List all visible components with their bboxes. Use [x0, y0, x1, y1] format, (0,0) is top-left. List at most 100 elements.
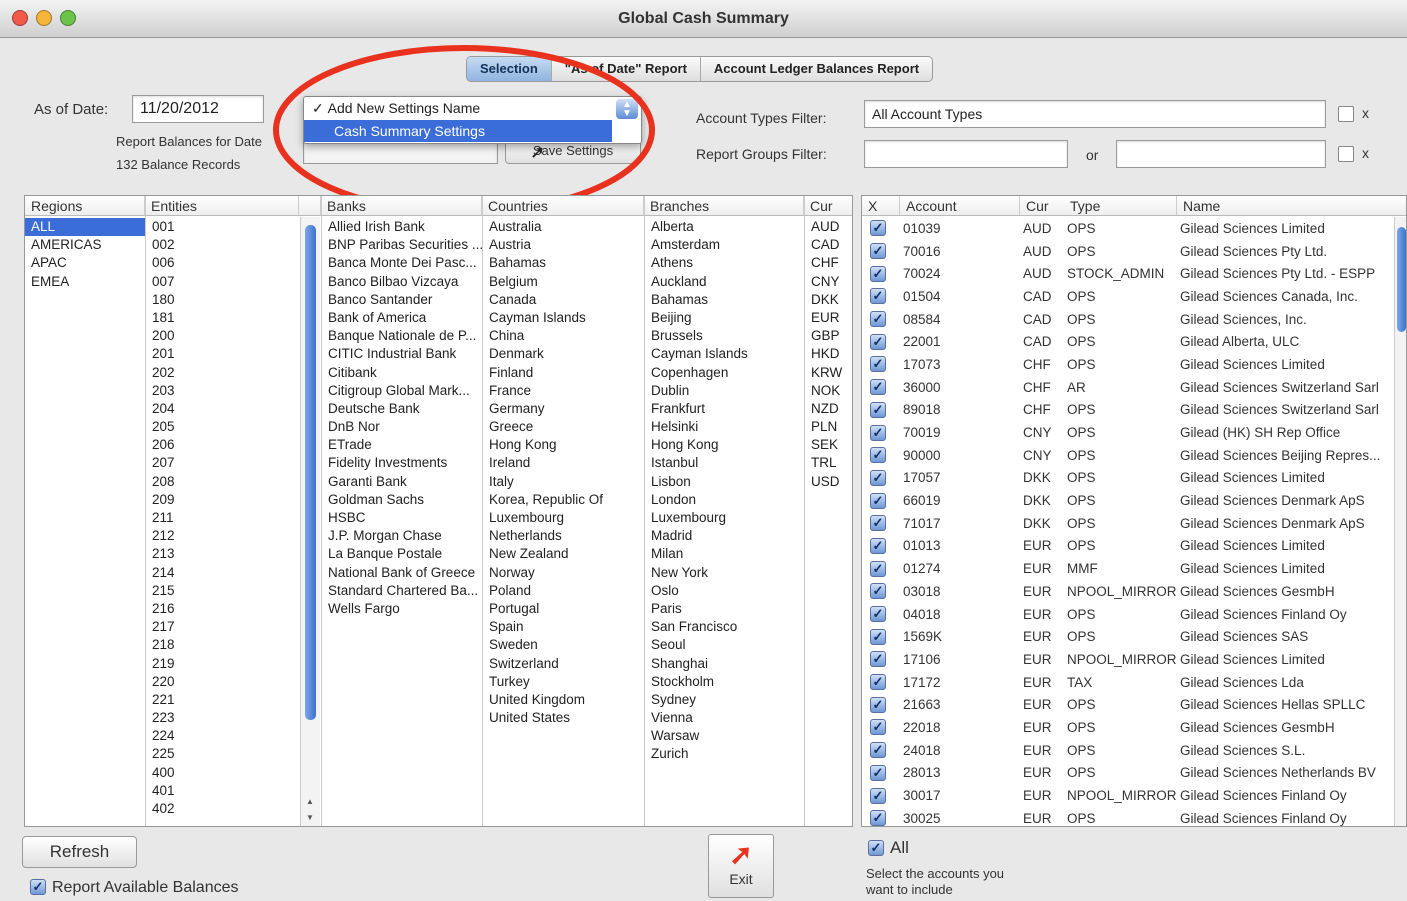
entity-item[interactable]: 219 [146, 655, 300, 673]
country-item[interactable]: Portugal [483, 600, 644, 618]
entity-item[interactable]: 209 [146, 491, 300, 509]
account-row[interactable]: ✓ 22001 CAD OPS Gilead Alberta, ULC [862, 330, 1392, 353]
account-row[interactable]: ✓ 17057 DKK OPS Gilead Sciences Limited [862, 467, 1392, 490]
currency-item[interactable]: HKD [805, 345, 852, 363]
branch-item[interactable]: Seoul [645, 636, 804, 654]
account-include-checkbox[interactable]: ✓ [870, 220, 886, 237]
account-row[interactable]: ✓ 30025 EUR OPS Gilead Sciences Finland Oy [862, 807, 1392, 826]
banks-list[interactable]: Allied Irish Bank BNP Paribas Securities … [322, 218, 482, 618]
region-item[interactable]: APAC [25, 254, 145, 272]
branch-item[interactable]: Shanghai [645, 655, 804, 673]
country-item[interactable]: Sweden [483, 636, 644, 654]
account-row[interactable]: ✓ 1569K EUR OPS Gilead Sciences SAS [862, 625, 1392, 648]
branch-item[interactable]: Lisbon [645, 473, 804, 491]
account-include-checkbox[interactable]: ✓ [870, 537, 886, 554]
entity-item[interactable]: 212 [146, 527, 300, 545]
branch-item[interactable]: Auckland [645, 273, 804, 291]
regions-header[interactable]: Regions [25, 196, 145, 215]
currency-item[interactable]: CHF [805, 254, 852, 272]
entity-item[interactable]: 002 [146, 236, 300, 254]
accounts-name-header[interactable]: Name [1177, 196, 1393, 215]
account-include-checkbox[interactable]: ✓ [870, 628, 886, 645]
branch-item[interactable]: Frankfurt [645, 400, 804, 418]
account-row[interactable]: ✓ 01504 CAD OPS Gilead Sciences Canada, Inc. [862, 285, 1392, 308]
branch-item[interactable]: Madrid [645, 527, 804, 545]
account-row[interactable]: ✓ 89018 CHF OPS Gilead Sciences Switzerland … [862, 399, 1392, 422]
account-include-checkbox[interactable]: ✓ [870, 515, 886, 532]
account-row[interactable]: ✓ 70019 CNY OPS Gilead (HK) SH Rep Office [862, 421, 1392, 444]
entities-header[interactable]: Entities [145, 196, 299, 215]
account-row[interactable]: ✓ 17172 EUR TAX Gilead Sciences Lda [862, 671, 1392, 694]
regions-list[interactable]: ALL AMERICAS APAC EMEA [25, 218, 145, 291]
currency-item[interactable]: TRL [805, 454, 852, 472]
bank-item[interactable]: HSBC [322, 509, 482, 527]
entity-item[interactable]: 001 [146, 218, 300, 236]
currency-item[interactable]: AUD [805, 218, 852, 236]
country-item[interactable]: United States [483, 709, 644, 727]
branches-list[interactable]: Alberta Amsterdam Athens Auckland Bahamas Bei… [645, 218, 804, 764]
select-all-checkbox[interactable]: ✓ [868, 840, 884, 856]
entity-item[interactable]: 215 [146, 582, 300, 600]
branch-item[interactable]: Dublin [645, 382, 804, 400]
entity-item[interactable]: 180 [146, 291, 300, 309]
account-include-checkbox[interactable]: ✓ [870, 674, 886, 691]
bank-item[interactable]: Banco Bilbao Vizcaya [322, 273, 482, 291]
bank-item[interactable]: Citigroup Global Mark... [322, 382, 482, 400]
report-available-balances-checkbox[interactable]: ✓ [30, 879, 46, 895]
account-row[interactable]: ✓ 22018 EUR OPS Gilead Sciences GesmbH [862, 716, 1392, 739]
entity-item[interactable]: 206 [146, 436, 300, 454]
country-item[interactable]: Greece [483, 418, 644, 436]
account-row[interactable]: ✓ 17073 CHF OPS Gilead Sciences Limited [862, 353, 1392, 376]
account-types-clear-checkbox[interactable] [1338, 106, 1354, 122]
refresh-button[interactable]: Refresh [22, 836, 137, 868]
entity-item[interactable]: 225 [146, 745, 300, 763]
entity-item[interactable]: 217 [146, 618, 300, 636]
account-include-checkbox[interactable]: ✓ [870, 243, 886, 260]
entity-item[interactable]: 221 [146, 691, 300, 709]
branch-item[interactable]: Stockholm [645, 673, 804, 691]
branch-item[interactable]: Oslo [645, 582, 804, 600]
tab-account-ledger-balances-report[interactable]: Account Ledger Balances Report [701, 57, 932, 81]
account-row[interactable]: ✓ 66019 DKK OPS Gilead Sciences Denmark ApS [862, 489, 1392, 512]
currency-item[interactable]: PLN [805, 418, 852, 436]
accounts-list[interactable]: ✓ 01039 AUD OPS Gilead Sciences Limited ✓ 7001… [862, 217, 1392, 826]
entity-item[interactable]: 208 [146, 473, 300, 491]
bank-item[interactable]: Goldman Sachs [322, 491, 482, 509]
branch-item[interactable]: Alberta [645, 218, 804, 236]
entities-scrollbar[interactable]: ▲ ▼ [300, 217, 320, 826]
bank-item[interactable]: Fidelity Investments [322, 454, 482, 472]
account-include-checkbox[interactable]: ✓ [870, 288, 886, 305]
entity-item[interactable]: 218 [146, 636, 300, 654]
country-item[interactable]: Hong Kong [483, 436, 644, 454]
entity-item[interactable]: 224 [146, 727, 300, 745]
countries-list[interactable]: Australia Austria Bahamas Belgium Canada Caym… [483, 218, 644, 727]
country-item[interactable]: New Zealand [483, 545, 644, 563]
country-item[interactable]: China [483, 327, 644, 345]
account-include-checkbox[interactable]: ✓ [870, 401, 886, 418]
bank-item[interactable]: CITIC Industrial Bank [322, 345, 482, 363]
currency-list[interactable]: AUD CAD CHF CNY DKK EUR GBP HKD KRW NOK NZD PLN SEK T… [805, 218, 852, 491]
account-row[interactable]: ✓ 71017 DKK OPS Gilead Sciences Denmark ApS [862, 512, 1392, 535]
currency-item[interactable]: SEK [805, 436, 852, 454]
country-item[interactable]: Bahamas [483, 254, 644, 272]
account-include-checkbox[interactable]: ✓ [870, 311, 886, 328]
account-include-checkbox[interactable]: ✓ [870, 265, 886, 282]
country-item[interactable]: Netherlands [483, 527, 644, 545]
bank-item[interactable]: Banque Nationale de P... [322, 327, 482, 345]
entity-item[interactable]: 007 [146, 273, 300, 291]
branch-item[interactable]: Cayman Islands [645, 345, 804, 363]
country-item[interactable]: Switzerland [483, 655, 644, 673]
branch-item[interactable]: Athens [645, 254, 804, 272]
entity-item[interactable]: 200 [146, 327, 300, 345]
branch-item[interactable]: Brussels [645, 327, 804, 345]
account-include-checkbox[interactable]: ✓ [870, 447, 886, 464]
entity-item[interactable]: 203 [146, 382, 300, 400]
branches-header[interactable]: Branches [644, 196, 804, 215]
bank-item[interactable]: DnB Nor [322, 418, 482, 436]
branch-item[interactable]: Paris [645, 600, 804, 618]
entity-item[interactable]: 207 [146, 454, 300, 472]
account-include-checkbox[interactable]: ✓ [870, 696, 886, 713]
country-item[interactable]: Turkey [483, 673, 644, 691]
bank-item[interactable]: Allied Irish Bank [322, 218, 482, 236]
accounts-cur-header[interactable]: Cur [1020, 196, 1064, 215]
